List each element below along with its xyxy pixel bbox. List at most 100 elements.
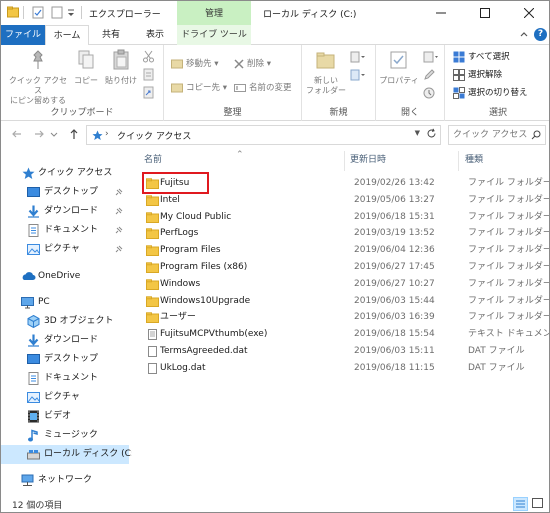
file-row[interactable]: My Cloud Public 2019/06/18 15:31 ファイル フォルダ… xyxy=(142,209,549,226)
pin-icon[interactable] xyxy=(114,226,123,235)
column-separator[interactable] xyxy=(458,151,459,171)
pin-icon[interactable] xyxy=(114,245,123,254)
copy-button[interactable]: コピー xyxy=(73,49,99,86)
move-to-button[interactable]: 移動先 ▾ xyxy=(171,57,218,71)
delete-button[interactable]: 削除 ▾ xyxy=(234,57,271,71)
nav-music-label: ミュージック xyxy=(44,430,98,440)
file-row[interactable]: Intel 2019/05/06 13:27 ファイル フォルダー xyxy=(142,192,549,209)
file-row[interactable]: TermsAgreeded.dat 2019/06/03 15:11 DAT ファイ… xyxy=(142,343,547,360)
select-none-label: 選択解除 xyxy=(468,70,503,80)
column-header-modified[interactable]: 更新日時 xyxy=(350,151,386,169)
column-separator[interactable] xyxy=(344,151,345,171)
details-view-button[interactable] xyxy=(513,497,528,511)
folder-icon xyxy=(146,211,159,223)
nav-pc-desktop[interactable]: デスクトップ xyxy=(1,350,129,369)
select-all-button[interactable]: すべて選択 xyxy=(453,50,510,64)
paste-shortcut-icon[interactable] xyxy=(142,86,155,99)
nav-qa-desktop[interactable]: デスクトップ xyxy=(1,183,129,202)
search-input[interactable] xyxy=(449,126,527,144)
up-button[interactable] xyxy=(67,128,81,142)
status-bar: 12 個の項目 xyxy=(1,495,549,512)
cloud-icon xyxy=(22,272,36,280)
nav-music[interactable]: ミュージック xyxy=(1,426,129,445)
paste-label: 貼り付け xyxy=(105,76,137,85)
star-icon xyxy=(22,167,35,179)
search-box[interactable] xyxy=(448,125,546,145)
nav-local-disk[interactable]: ローカル ディスク (C:) xyxy=(1,445,137,464)
breadcrumb-quick-access[interactable]: クイック アクセス xyxy=(117,129,191,142)
download-arrow-icon xyxy=(28,334,39,347)
close-button[interactable] xyxy=(507,1,549,25)
address-history-dropdown[interactable]: ▼ xyxy=(415,129,420,137)
tab-view[interactable]: 表示 xyxy=(133,25,177,45)
file-row[interactable]: FujitsuMCPVthumb(exe) 2019/06/18 15:54 テキス… xyxy=(142,326,549,343)
paste-button[interactable]: 貼り付け xyxy=(104,49,138,86)
invert-selection-button[interactable]: 選択の切り替え xyxy=(453,86,528,100)
tab-drive-tools[interactable]: ドライブ ツール xyxy=(177,25,251,45)
nav-quick-access[interactable]: クイック アクセス xyxy=(1,164,129,183)
new-folder-label-line2: フォルダー xyxy=(306,86,346,95)
tab-home[interactable]: ホーム xyxy=(45,25,89,46)
minimize-icon xyxy=(436,12,446,14)
file-name: TermsAgreeded.dat xyxy=(160,346,248,356)
file-row[interactable]: UkLog.dat 2019/06/18 11:15 DAT ファイル xyxy=(142,360,547,377)
help-icon[interactable]: ? xyxy=(534,28,547,41)
column-header-type[interactable]: 種類 xyxy=(465,151,483,169)
maximize-button[interactable] xyxy=(463,1,507,25)
file-date: 2019/06/27 10:27 xyxy=(354,278,435,289)
cut-icon[interactable] xyxy=(142,50,155,63)
nav-qa-pictures[interactable]: ピクチャ xyxy=(1,240,129,259)
file-date: 2019/05/06 13:27 xyxy=(354,194,435,205)
new-item-icon[interactable] xyxy=(350,51,366,63)
nav-pc-pictures[interactable]: ピクチャ xyxy=(1,388,129,407)
file-row[interactable]: PerfLogs 2019/03/19 13:52 ファイル フォルダー xyxy=(142,225,549,242)
tab-share[interactable]: 共有 xyxy=(89,25,133,45)
file-row[interactable]: Program Files 2019/06/04 12:36 ファイル フォルダー xyxy=(142,242,549,259)
select-none-button[interactable]: 選択解除 xyxy=(453,68,502,82)
nav-onedrive[interactable]: OneDrive xyxy=(1,267,129,286)
copy-to-button[interactable]: コピー先 ▾ xyxy=(171,81,227,95)
new-folder-button[interactable]: 新しい フォルダー xyxy=(306,49,346,96)
back-button[interactable] xyxy=(10,128,24,142)
nav-qa-downloads[interactable]: ダウンロード xyxy=(1,202,129,221)
address-bar[interactable]: › クイック アクセス ▼ xyxy=(86,125,441,145)
nav-network-label: ネットワーク xyxy=(38,475,93,485)
file-row[interactable]: Program Files (x86) 2019/06/27 17:45 ファイル … xyxy=(142,259,549,276)
open-icon[interactable] xyxy=(423,51,439,63)
pin-icon[interactable] xyxy=(114,188,123,197)
pin-icon[interactable] xyxy=(114,207,123,216)
nav-3d-objects[interactable]: 3D オブジェクト xyxy=(1,312,129,331)
folder-icon xyxy=(146,245,159,257)
properties-button[interactable]: プロパティ xyxy=(378,49,420,86)
file-date: 2019/06/03 15:44 xyxy=(354,295,435,306)
nav-videos[interactable]: ビデオ xyxy=(1,407,129,426)
pin-quick-access-button[interactable]: クイック アクセス にピン留めする xyxy=(7,49,69,106)
nav-pc-downloads[interactable]: ダウンロード xyxy=(1,331,129,350)
rename-button[interactable]: 名前の変更 xyxy=(234,81,292,95)
customize-quick-access-icon[interactable] xyxy=(67,6,75,19)
column-header-name[interactable]: 名前 xyxy=(144,151,162,169)
nav-pc[interactable]: PC xyxy=(1,293,129,312)
file-row[interactable]: Windows10Upgrade 2019/06/03 15:44 ファイル フォル… xyxy=(142,293,549,310)
breadcrumb-chevron[interactable]: › xyxy=(105,129,109,139)
easy-access-icon[interactable] xyxy=(350,69,366,81)
minimize-button[interactable] xyxy=(419,1,463,25)
nav-network[interactable]: ネットワーク xyxy=(1,471,129,490)
clipboard-group-label: クリップボード xyxy=(50,108,114,118)
nav-pc-documents[interactable]: ドキュメント xyxy=(1,369,129,388)
file-row[interactable]: Windows 2019/06/27 10:27 ファイル フォルダー xyxy=(142,276,549,293)
recent-locations-button[interactable] xyxy=(50,128,58,142)
nav-qa-documents[interactable]: ドキュメント xyxy=(1,221,129,240)
tab-file[interactable]: ファイル xyxy=(1,25,45,45)
edit-icon[interactable] xyxy=(423,69,435,81)
new-folder-quick-icon[interactable] xyxy=(51,6,63,19)
forward-button[interactable] xyxy=(32,128,46,142)
large-icons-view-button[interactable] xyxy=(531,497,546,511)
file-row[interactable]: ユーザー 2019/06/03 16:39 ファイル フォルダー xyxy=(142,309,549,326)
refresh-button[interactable] xyxy=(424,128,438,142)
folder-app-icon[interactable] xyxy=(7,6,19,19)
properties-icon[interactable] xyxy=(32,6,44,19)
history-icon[interactable] xyxy=(423,87,435,99)
copy-path-icon[interactable] xyxy=(142,68,155,81)
chevron-up-icon[interactable] xyxy=(519,30,529,40)
